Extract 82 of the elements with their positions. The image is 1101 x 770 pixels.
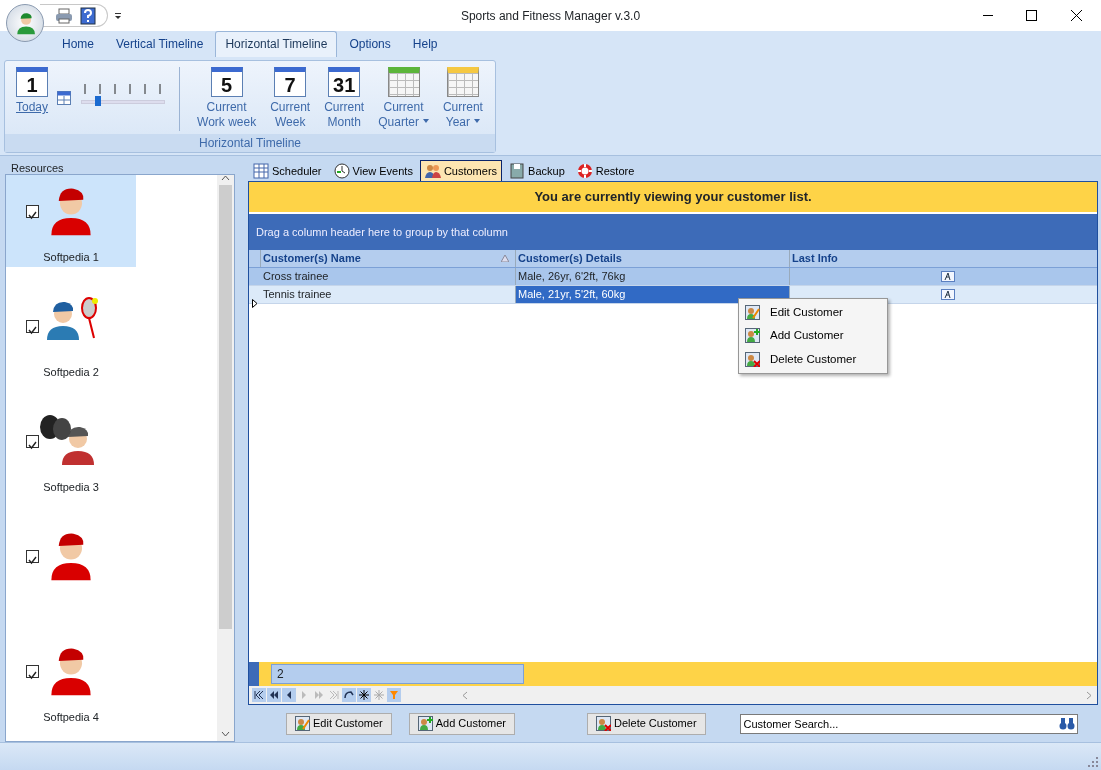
font-icon: [941, 271, 955, 282]
delete-person-icon: [596, 716, 611, 731]
close-icon[interactable]: [1071, 10, 1082, 21]
calendar-icon: 1: [16, 67, 48, 97]
view-tab[interactable]: Backup: [504, 159, 570, 181]
checkbox[interactable]: [26, 665, 39, 678]
ribbon-tab[interactable]: Help: [402, 31, 448, 57]
calendar-grid-icon: [253, 162, 269, 179]
checkbox[interactable]: [26, 320, 39, 333]
ribbon-button[interactable]: 5 Current Work week: [192, 67, 262, 130]
ribbon-button[interactable]: 31 Current Month: [319, 67, 370, 130]
resource-item[interactable]: Softpedia 3: [6, 405, 136, 497]
resource-item[interactable]: Softpedia 2: [6, 290, 136, 382]
add-person-icon: [417, 716, 433, 731]
ribbon-button[interactable]: 7 Current Week: [265, 67, 316, 130]
binoculars-icon[interactable]: [1058, 716, 1075, 731]
window-title: Sports and Fitness Manager v.3.0: [459, 8, 642, 25]
row-count: 2: [271, 664, 524, 684]
ribbon-button[interactable]: Current Quarter: [373, 67, 434, 130]
calendar-grid-icon: [387, 67, 420, 97]
ribbon-tab[interactable]: Options: [339, 31, 401, 57]
today-button[interactable]: 1 Today: [11, 67, 54, 115]
action-button[interactable]: Delete Customer: [587, 712, 706, 735]
group-by-hint: Drag a column header here to group by that column: [249, 214, 1097, 250]
menu-item[interactable]: Add Customer: [739, 324, 887, 348]
people-icon: [424, 162, 441, 179]
table-row[interactable]: Cross trainee Male, 26yr, 6'2ft, 76kg: [249, 268, 1097, 286]
scroll-down-icon[interactable]: [221, 731, 230, 737]
resource-item[interactable]: Softpedia 4: [6, 635, 136, 727]
view-tab[interactable]: View Events: [328, 159, 418, 181]
table-cell: Cross trainee: [261, 268, 516, 285]
row-pointer-icon: [252, 298, 258, 308]
edit-person-icon: [295, 716, 310, 731]
delete-person-icon: [745, 351, 760, 367]
sort-ascending-icon: [501, 255, 509, 262]
ribbon-button[interactable]: Current Year: [437, 67, 488, 130]
column-header[interactable]: Last Info: [790, 250, 1097, 267]
column-header[interactable]: Customer(s) Details: [516, 250, 790, 267]
redo-icon[interactable]: [343, 689, 355, 701]
font-icon: [941, 289, 955, 300]
help-icon[interactable]: [80, 7, 96, 25]
add-person-icon: [745, 328, 760, 344]
dropdown-icon[interactable]: [114, 12, 122, 20]
view-tab[interactable]: Customers: [419, 159, 503, 181]
first-icon[interactable]: [253, 689, 265, 701]
asterisk-icon[interactable]: [358, 689, 370, 701]
panel-title: Resources: [10, 161, 65, 174]
ribbon-tab[interactable]: Vertical Timeline: [106, 31, 214, 57]
search-field[interactable]: Customer Search...: [739, 713, 1078, 734]
menu-item[interactable]: Edit Customer: [739, 301, 887, 325]
calendar-grid-icon: [446, 67, 479, 97]
printer-icon[interactable]: [55, 8, 73, 24]
action-button[interactable]: Add Customer: [408, 712, 515, 735]
scrollbar[interactable]: [217, 175, 234, 741]
menu-item[interactable]: Delete Customer: [739, 347, 887, 371]
table-cell: Male, 26yr, 6'2ft, 76kg: [516, 268, 790, 285]
info-banner: You are currently viewing your customer list.: [249, 182, 1097, 214]
table-cell: Male, 21yr, 5'2ft, 60kg: [516, 286, 790, 303]
calendar-icon: 7: [274, 67, 307, 97]
checkbox[interactable]: [26, 550, 39, 563]
lifebuoy-icon: [576, 162, 593, 179]
maximize-icon[interactable]: [1026, 10, 1037, 21]
ribbon-tab[interactable]: Home: [52, 31, 104, 57]
view-tab[interactable]: Restore: [571, 159, 640, 181]
resize-grip-icon[interactable]: [1088, 757, 1098, 767]
calendar-icon[interactable]: [57, 91, 72, 105]
ribbon-group-label: Horizontal Timeline: [5, 134, 495, 152]
checkbox[interactable]: [26, 435, 39, 448]
slider-thumb[interactable]: [95, 96, 102, 106]
ribbon-tab[interactable]: Horizontal Timeline: [215, 31, 338, 57]
checkbox[interactable]: [26, 205, 39, 218]
scroll-up-icon[interactable]: [221, 175, 230, 181]
previous-page-icon[interactable]: [268, 689, 280, 701]
edit-person-icon: [745, 305, 760, 321]
view-tab[interactable]: Scheduler: [248, 159, 327, 181]
column-header[interactable]: Customer(s) Name: [261, 250, 516, 267]
clock-icon: [333, 162, 350, 179]
resource-item[interactable]: Softpedia 1: [6, 175, 136, 267]
calendar-icon: 5: [210, 67, 243, 97]
calendar-icon: 31: [328, 67, 361, 97]
app-menu-button[interactable]: [6, 4, 44, 42]
action-button[interactable]: Edit Customer: [286, 712, 392, 735]
